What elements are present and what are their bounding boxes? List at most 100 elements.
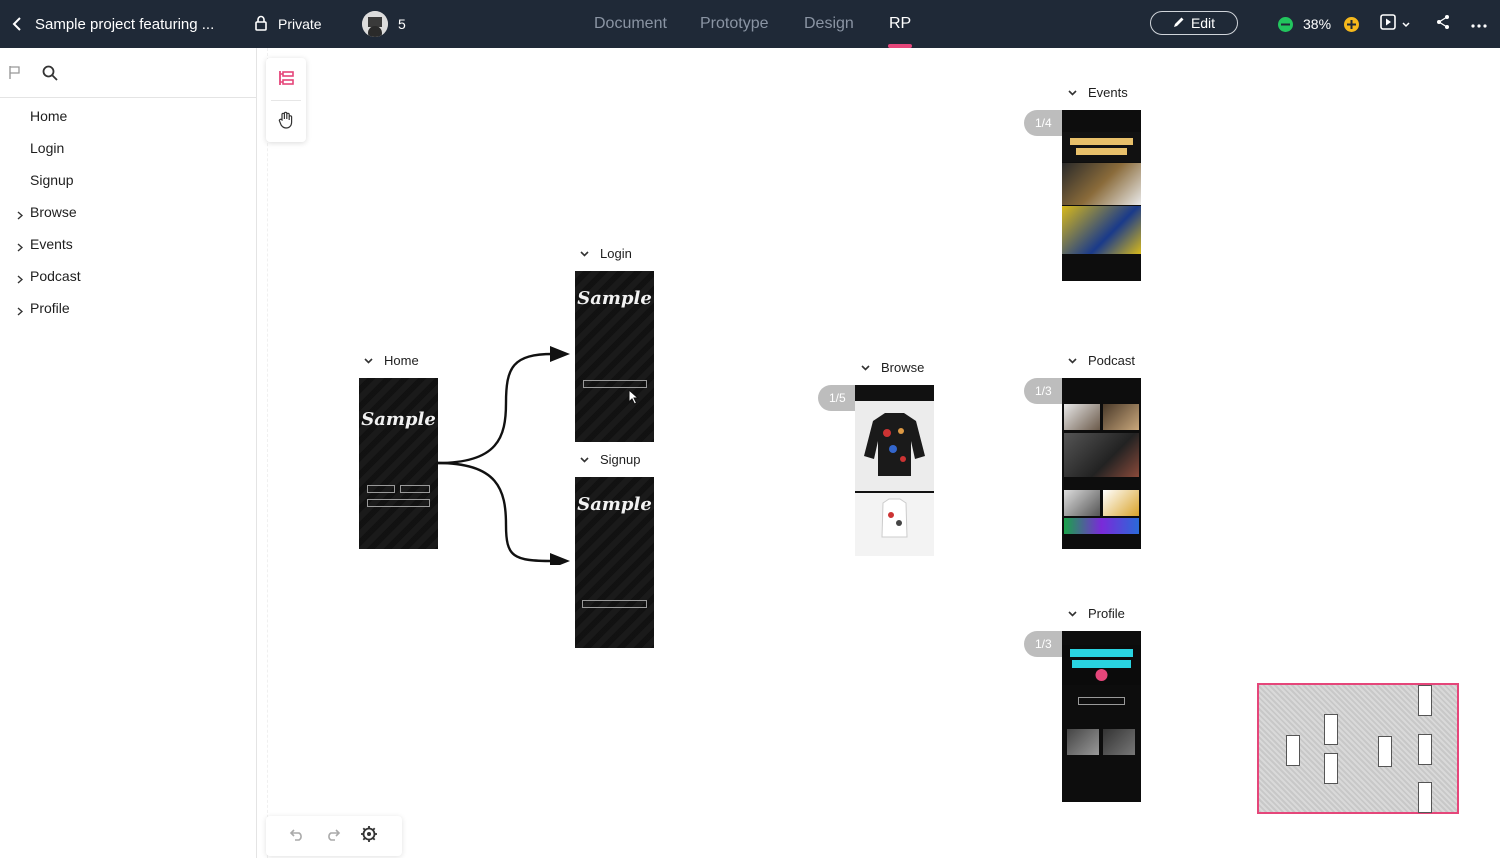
variant-counter[interactable]: 1/3 — [1024, 378, 1064, 404]
variant-counter[interactable]: 1/5 — [818, 385, 858, 411]
chevron-down-icon[interactable] — [363, 356, 373, 366]
plus-icon — [1344, 16, 1359, 32]
canvas-guide — [267, 48, 268, 858]
variant-counter[interactable]: 1/4 — [1024, 110, 1064, 136]
zoom-in-button[interactable] — [1344, 0, 1359, 48]
node-label-text: Profile — [1088, 606, 1125, 621]
flow-connectors — [438, 346, 570, 565]
variant-counter[interactable]: 1/3 — [1024, 631, 1064, 657]
project-title[interactable]: Sample project featuring ... — [35, 0, 214, 48]
tab-prototype[interactable]: Prototype — [700, 0, 768, 48]
page-item-label: Podcast — [30, 268, 81, 284]
flow-layout-tool[interactable] — [266, 60, 306, 100]
chevron-down-icon[interactable] — [1067, 88, 1077, 98]
hand-tool[interactable] — [266, 102, 306, 142]
minimap-frame — [1286, 735, 1300, 766]
minimap-frame — [1418, 734, 1432, 765]
page-item-profile[interactable]: Profile — [0, 292, 256, 324]
browse-screen-thumbnail[interactable] — [855, 385, 934, 556]
minimap[interactable] — [1257, 683, 1459, 814]
sidebar: Home Login Signup Browse Events Podcast … — [0, 48, 257, 858]
node-label-text: Browse — [881, 360, 925, 375]
playlist-banner — [1064, 518, 1139, 534]
collaborator-count: 5 — [398, 16, 406, 32]
chevron-down-icon[interactable] — [1067, 609, 1077, 619]
redo-button[interactable] — [323, 826, 343, 846]
jacket-photo — [855, 401, 934, 491]
sample-logo: Sample — [361, 409, 436, 430]
tab-document[interactable]: Document — [594, 0, 667, 48]
chevron-down-icon — [1402, 15, 1410, 33]
flag-icon[interactable] — [8, 65, 22, 85]
lock-icon — [254, 15, 268, 34]
caret-right-icon[interactable] — [17, 303, 24, 319]
profile-screen-thumbnail[interactable] — [1062, 631, 1141, 802]
page-item-browse[interactable]: Browse — [0, 196, 256, 228]
gear-icon — [360, 825, 378, 848]
edit-button[interactable]: Edit — [1150, 11, 1238, 35]
node-label-events[interactable]: Events — [1067, 85, 1128, 100]
mini-login-button — [367, 485, 395, 493]
page-item-events[interactable]: Events — [0, 228, 256, 260]
events-screen-thumbnail[interactable] — [1062, 110, 1141, 281]
play-icon — [1380, 13, 1396, 35]
privacy-toggle[interactable]: Private — [254, 0, 322, 48]
chevron-down-icon[interactable] — [860, 363, 870, 373]
collaborators-button[interactable]: 5 — [362, 0, 406, 48]
node-label-profile[interactable]: Profile — [1067, 606, 1125, 621]
texture-background — [359, 378, 438, 549]
podcast-feature — [1064, 433, 1139, 477]
minimap-frame — [1418, 685, 1432, 716]
caret-right-icon[interactable] — [17, 271, 24, 287]
settings-button[interactable] — [359, 825, 379, 848]
page-item-home[interactable]: Home — [0, 100, 256, 132]
mini-login-button — [583, 380, 647, 388]
ellipsis-icon — [1471, 15, 1487, 33]
page-item-label: Browse — [30, 204, 77, 220]
cursor-icon — [628, 389, 640, 405]
signup-screen-thumbnail[interactable]: Sample — [575, 477, 654, 648]
event-photo-1 — [1062, 163, 1141, 205]
sidebar-toolbar — [0, 48, 256, 98]
login-screen-thumbnail[interactable]: Sample — [575, 271, 654, 442]
node-label-home[interactable]: Home — [363, 353, 419, 368]
page-item-label: Login — [30, 140, 65, 156]
share-button[interactable] — [1435, 0, 1451, 48]
redo-icon — [325, 827, 341, 846]
caret-right-icon[interactable] — [17, 207, 24, 223]
edit-label: Edit — [1190, 15, 1216, 31]
chevron-down-icon[interactable] — [579, 249, 589, 259]
chevron-down-icon[interactable] — [579, 455, 589, 465]
undo-button[interactable] — [287, 826, 307, 846]
mini-profile-button — [1078, 697, 1125, 705]
home-screen-thumbnail[interactable]: Sample — [359, 378, 438, 549]
page-item-login[interactable]: Login — [0, 132, 256, 164]
back-arrow-icon[interactable] — [10, 0, 24, 48]
page-item-label: Home — [30, 108, 68, 124]
page-item-label: Events — [30, 236, 73, 252]
tab-rp[interactable]: RP — [889, 0, 911, 48]
event-photo-2 — [1062, 206, 1141, 254]
page-item-podcast[interactable]: Podcast — [0, 260, 256, 292]
node-label-browse[interactable]: Browse — [860, 360, 924, 375]
tab-design[interactable]: Design — [804, 0, 854, 48]
node-label-signup[interactable]: Signup — [579, 452, 640, 467]
more-options-button[interactable] — [1471, 0, 1487, 48]
caret-right-icon[interactable] — [17, 239, 24, 255]
search-icon[interactable] — [42, 65, 58, 86]
page-item-signup[interactable]: Signup — [0, 164, 256, 196]
node-label-podcast[interactable]: Podcast — [1067, 353, 1135, 368]
privacy-label: Private — [278, 16, 322, 32]
page-item-label: Profile — [30, 300, 70, 316]
canvas[interactable]: Home Sample Login Sample Signup Sample B… — [257, 48, 1500, 858]
chevron-down-icon[interactable] — [1067, 356, 1077, 366]
node-label-text: Podcast — [1088, 353, 1135, 368]
zoom-out-button[interactable] — [1278, 0, 1293, 48]
top-bar: Sample project featuring ... Private 5 D… — [0, 0, 1500, 48]
podcast-tile — [1103, 404, 1139, 430]
podcast-tile — [1064, 404, 1100, 430]
podcast-screen-thumbnail[interactable] — [1062, 378, 1141, 549]
preview-button[interactable] — [1380, 0, 1410, 48]
node-label-login[interactable]: Login — [579, 246, 632, 261]
node-label-text: Events — [1088, 85, 1128, 100]
